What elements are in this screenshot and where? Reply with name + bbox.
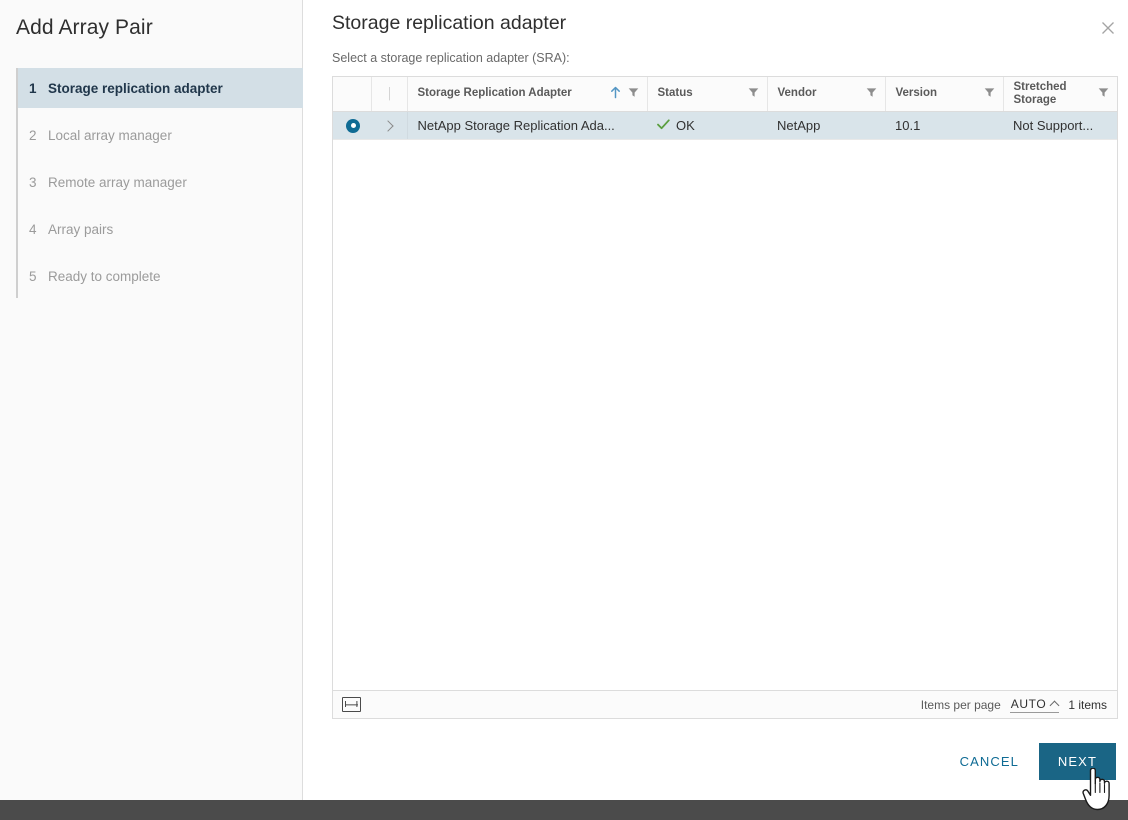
filter-icon[interactable] [866, 87, 877, 101]
row-radio-cell[interactable] [333, 111, 371, 140]
step-label: Storage replication adapter [48, 80, 223, 96]
column-header-label: Vendor [777, 87, 817, 100]
column-header-label: Version [895, 87, 938, 100]
items-per-page-label: Items per page [920, 697, 1001, 712]
column-header-label: Storage Replication Adapter [417, 87, 572, 100]
wizard-sidebar: Add Array Pair 1 Storage replication ada… [0, 0, 303, 800]
cell-status: OK [647, 111, 767, 140]
filter-icon[interactable] [748, 87, 759, 101]
items-per-page-value: AUTO [1010, 696, 1047, 711]
column-header-expand: │ [371, 77, 408, 112]
table-header: │ Storage Replication Adapter Status Ven… [333, 77, 1117, 112]
browser-bottom-bar [0, 800, 1128, 820]
table-empty-area [333, 139, 1117, 690]
column-header-storage-replication-adapter[interactable]: Storage Replication Adapter [407, 77, 648, 112]
close-icon[interactable] [1098, 18, 1118, 38]
chevron-up-icon [1049, 700, 1060, 710]
wizard-actions: CANCEL NEXT [944, 743, 1116, 780]
step-number: 4 [29, 221, 37, 237]
column-header-select [333, 77, 372, 112]
wizard-stepper: 1 Storage replication adapter 2 Local ar… [16, 68, 303, 298]
column-header-version[interactable]: Version [885, 77, 1004, 112]
step-number: 3 [29, 174, 37, 190]
step-label: Local array manager [48, 127, 172, 143]
total-items-count: 1 items [1068, 697, 1107, 712]
items-per-page-select[interactable]: AUTO [1009, 696, 1060, 713]
filter-icon[interactable] [984, 87, 995, 101]
step-number: 1 [29, 80, 37, 96]
sidebar-item-storage-replication-adapter[interactable]: 1 Storage replication adapter [18, 68, 303, 108]
radio-dot [350, 123, 356, 129]
step-number: 5 [29, 268, 37, 284]
cancel-button[interactable]: CANCEL [944, 744, 1035, 779]
column-header-vendor[interactable]: Vendor [767, 77, 886, 112]
sidebar-item-array-pairs[interactable]: 4 Array pairs [18, 209, 303, 249]
step-label: Ready to complete [48, 268, 161, 284]
add-array-pair-wizard: Add Array Pair 1 Storage replication ada… [0, 0, 1128, 800]
column-header-label: Status [657, 87, 693, 100]
next-button[interactable]: NEXT [1038, 743, 1116, 780]
check-icon [657, 118, 670, 133]
filter-icon[interactable] [1098, 87, 1109, 101]
column-header-expand-label: │ [386, 87, 394, 100]
sra-table: │ Storage Replication Adapter Status Ven… [333, 77, 1117, 140]
page-title: Storage replication adapter [332, 12, 567, 34]
step-number: 2 [29, 127, 37, 143]
column-header-label: Stretched Storage [1013, 80, 1067, 106]
datagrid-footer: Items per page AUTO 1 items [333, 690, 1117, 718]
sort-ascending-icon[interactable] [610, 86, 621, 102]
table-body: NetApp Storage Replication Ada... OK Net… [333, 111, 1117, 140]
radio-button-selected[interactable] [346, 118, 360, 133]
step-label: Remote array manager [48, 174, 187, 190]
cell-stretched-storage: Not Support... [1003, 111, 1117, 140]
sra-datagrid: │ Storage Replication Adapter Status Ven… [332, 76, 1118, 719]
column-header-status[interactable]: Status [647, 77, 768, 112]
cell-version: 10.1 [885, 111, 1003, 140]
cell-vendor: NetApp [767, 111, 885, 140]
sidebar-item-local-array-manager[interactable]: 2 Local array manager [18, 115, 303, 155]
sidebar-item-remote-array-manager[interactable]: 3 Remote array manager [18, 162, 303, 202]
sidebar-item-ready-to-complete[interactable]: 5 Ready to complete [18, 256, 303, 296]
status-text: OK [676, 117, 695, 133]
step-label: Array pairs [48, 221, 114, 237]
page-subtitle: Select a storage replication adapter (SR… [332, 51, 570, 65]
column-header-stretched-storage[interactable]: Stretched Storage [1003, 77, 1117, 112]
fit-columns-icon[interactable] [342, 697, 361, 712]
wizard-content: Storage replication adapter Select a sto… [303, 0, 1128, 800]
row-expand-cell[interactable] [371, 111, 408, 140]
filter-icon[interactable] [628, 87, 639, 101]
cell-adapter-name: NetApp Storage Replication Ada... [407, 111, 647, 140]
chevron-right-icon[interactable] [382, 120, 394, 132]
table-header-row: │ Storage Replication Adapter Status Ven… [333, 77, 1117, 112]
wizard-title: Add Array Pair [16, 16, 153, 39]
table-row[interactable]: NetApp Storage Replication Ada... OK Net… [333, 111, 1117, 140]
